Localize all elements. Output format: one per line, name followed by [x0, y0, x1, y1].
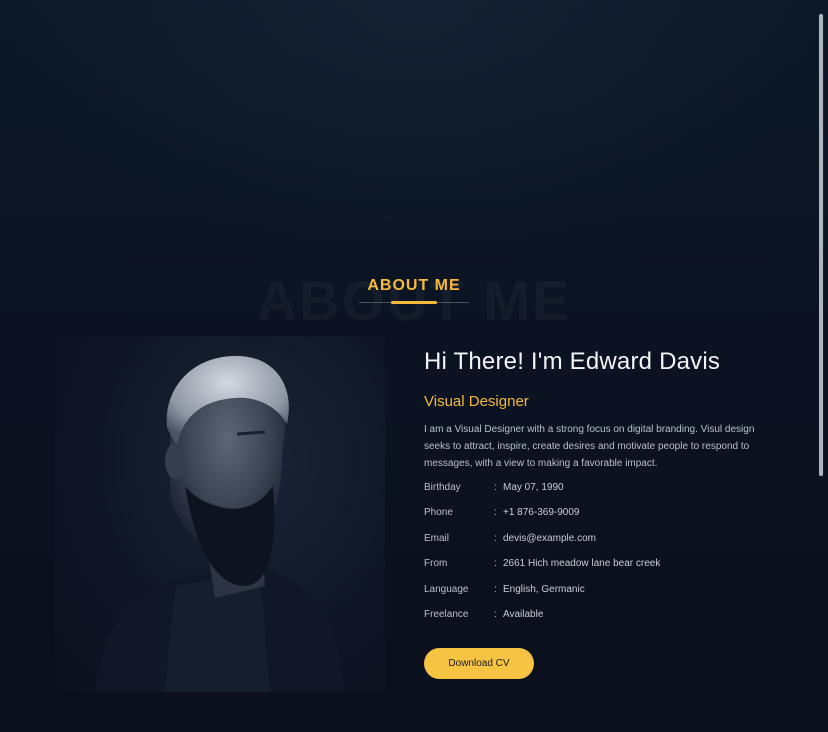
profile-bio: I am a Visual Designer with a strong foc… — [424, 424, 755, 469]
detail-separator: : — [494, 608, 497, 620]
profile-name: Hi There! I'm Edward Davis — [424, 348, 721, 375]
section-header: ABOUT ME ABOUT ME — [0, 262, 828, 342]
profile-role: Visual Designer — [424, 393, 529, 410]
detail-label: Language — [424, 583, 469, 595]
detail-separator: : — [494, 558, 497, 570]
scrollbar-thumb[interactable] — [819, 14, 823, 476]
detail-separator: : — [494, 482, 497, 493]
detail-value: devis@example.com — [503, 532, 596, 544]
detail-label: Birthday — [424, 482, 461, 493]
title-underline-accent — [391, 301, 437, 304]
detail-row-from: From : 2661 Hich meadow lane bear creek — [424, 556, 784, 581]
detail-value: English, Germanic — [503, 583, 585, 595]
detail-label: From — [424, 558, 448, 570]
portrait-illustration — [95, 355, 345, 692]
profile-info: Hi There! I'm Edward Davis Visual Design… — [424, 348, 784, 679]
detail-label: Freelance — [424, 608, 469, 620]
hero-background — [0, 0, 828, 260]
detail-separator: : — [494, 507, 497, 519]
detail-row-birthday: Birthday : May 07, 1990 — [424, 480, 784, 505]
detail-row-phone: Phone : +1 876-369-9009 — [424, 505, 784, 530]
detail-row-email: Email : devis@example.com — [424, 531, 784, 556]
detail-value: 2661 Hich meadow lane bear creek — [503, 558, 661, 570]
detail-label: Email — [424, 532, 450, 544]
detail-separator: : — [494, 583, 497, 595]
detail-row-freelance: Freelance : Available — [424, 607, 784, 632]
detail-separator: : — [494, 532, 497, 544]
detail-value: +1 876-369-9009 — [503, 507, 580, 519]
details-list: Birthday : May 07, 1990 Phone : +1 876-3… — [424, 480, 784, 632]
about-page: ABOUT ME ABOUT ME — [0, 0, 828, 732]
profile-photo — [55, 336, 385, 692]
detail-value: May 07, 1990 — [503, 482, 564, 493]
detail-value: Available — [503, 608, 544, 620]
detail-label: Phone — [424, 507, 453, 519]
detail-row-language: Language : English, Germanic — [424, 582, 784, 607]
section-title: ABOUT ME — [367, 277, 461, 294]
download-cv-button[interactable]: Download CV — [424, 648, 534, 679]
